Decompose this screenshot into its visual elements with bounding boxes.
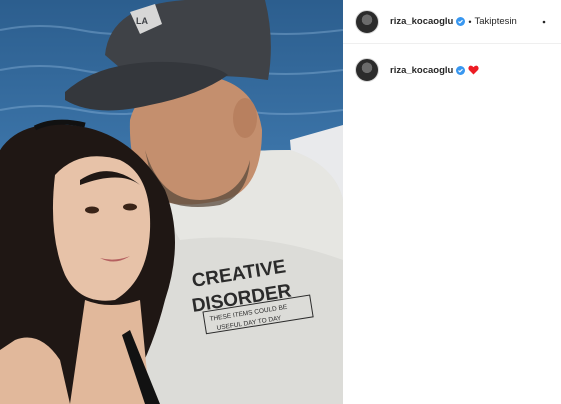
verified-badge-icon <box>456 17 466 26</box>
follow-status-button[interactable]: Takiptesin <box>475 16 517 27</box>
photo-illustration: LA CREATIVE DISORDER THESE ITEMS COULD B… <box>0 0 343 404</box>
caption-avatar[interactable] <box>355 58 379 82</box>
post-header: riza_kocaoglu • Takiptesin <box>343 0 561 44</box>
avatar[interactable] <box>355 9 379 34</box>
post-side-panel: riza_kocaoglu • Takiptesin riza_kocaoglu <box>343 0 561 404</box>
red-heart-icon <box>468 65 479 75</box>
caption-row: riza_kocaoglu <box>355 58 479 82</box>
username-link[interactable]: riza_kocaoglu <box>390 16 453 27</box>
cap-logo-text: LA <box>136 16 148 26</box>
caption-username-link[interactable]: riza_kocaoglu <box>390 65 453 76</box>
more-options-icon[interactable] <box>541 15 555 29</box>
verified-badge-icon <box>456 65 466 75</box>
separator-dot: • <box>468 16 472 27</box>
post-photo[interactable]: LA CREATIVE DISORDER THESE ITEMS COULD B… <box>0 0 343 404</box>
